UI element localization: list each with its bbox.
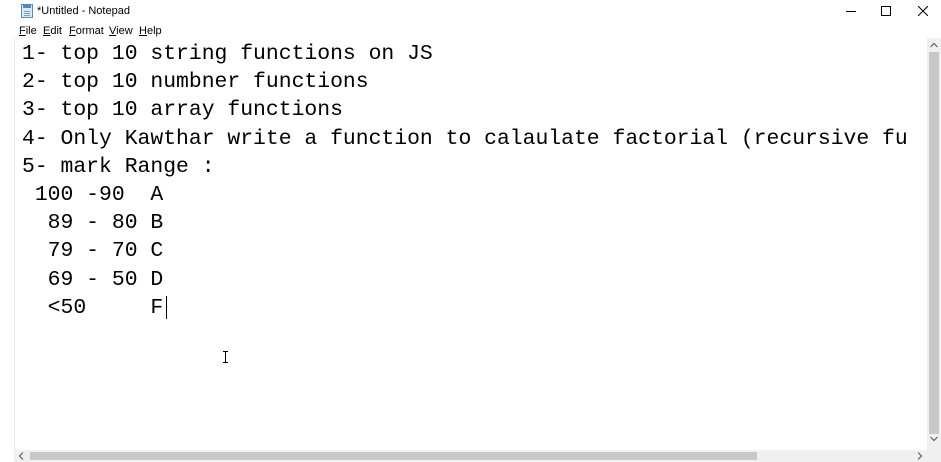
scrollbar-corner xyxy=(927,450,941,462)
minimize-button[interactable] xyxy=(832,0,869,22)
title-bar[interactable]: *Untitled - Notepad xyxy=(0,0,941,22)
menu-edit[interactable]: Edit xyxy=(43,25,62,37)
close-button[interactable] xyxy=(904,0,941,22)
close-icon xyxy=(917,6,928,16)
scroll-up-arrow-icon[interactable] xyxy=(930,42,938,48)
editor-text[interactable]: 1- top 10 string functions on JS 2- top … xyxy=(22,40,908,322)
menu-file[interactable]: File xyxy=(19,25,37,37)
ibeam-cursor-icon xyxy=(223,351,228,363)
minimize-icon xyxy=(845,11,856,12)
window-left-edge xyxy=(0,38,14,462)
maximize-button[interactable] xyxy=(867,0,904,22)
text-caret xyxy=(166,296,167,319)
text-editor[interactable]: 1- top 10 string functions on JS 2- top … xyxy=(14,38,928,450)
scroll-right-arrow-icon[interactable] xyxy=(917,452,923,460)
scroll-down-arrow-icon[interactable] xyxy=(930,436,938,442)
notepad-icon xyxy=(21,4,33,18)
menu-help[interactable]: Help xyxy=(139,25,162,37)
horizontal-scrollbar[interactable] xyxy=(14,450,927,462)
menu-view[interactable]: View xyxy=(109,25,133,37)
horizontal-scroll-thumb[interactable] xyxy=(30,452,757,460)
scroll-left-arrow-icon[interactable] xyxy=(18,452,24,460)
vertical-scrollbar[interactable] xyxy=(927,38,941,450)
vertical-scroll-thumb[interactable] xyxy=(929,52,939,434)
window-title: *Untitled - Notepad xyxy=(37,5,130,17)
menu-format[interactable]: Format xyxy=(69,25,104,37)
maximize-icon xyxy=(880,6,891,16)
